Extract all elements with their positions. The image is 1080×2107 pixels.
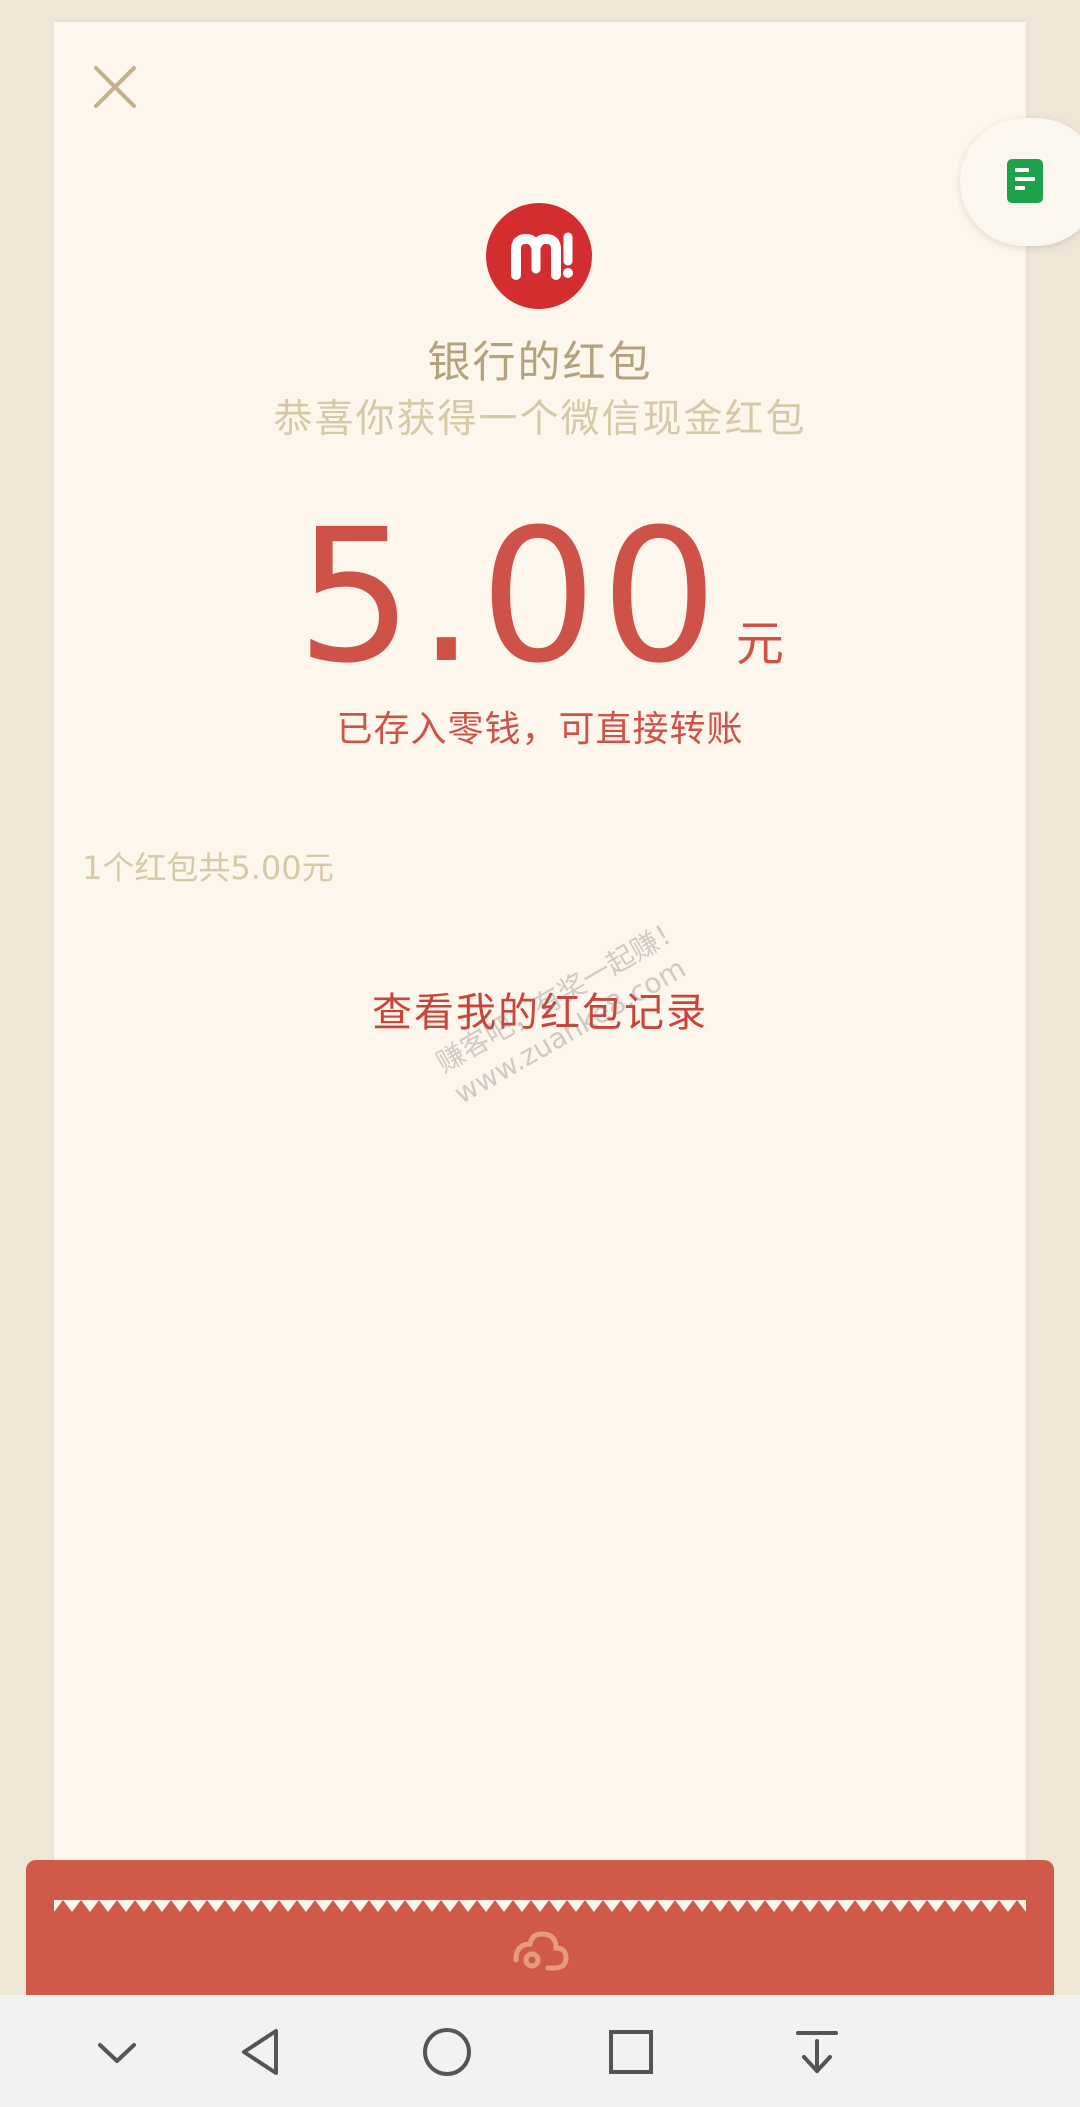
zigzag-edge [54,1900,1026,1912]
home-icon[interactable] [412,2017,482,2087]
bank-logo-icon [486,203,592,309]
cloud-icon [513,1931,569,1971]
chevron-down-icon[interactable] [82,2017,152,2087]
sender-name: 银行的红包 [427,338,653,388]
greeting-text: 恭喜你获得一个微信现金红包 [273,397,807,442]
close-icon[interactable] [90,62,140,112]
amount-unit: 元 [735,616,784,672]
document-icon [1007,159,1043,203]
deposit-status: 已存入零钱，可直接转账 [336,709,744,750]
pull-down-icon[interactable] [782,2017,852,2087]
system-navigation-bar [0,1995,1080,2107]
packet-summary: 1个红包共5.00元 [82,849,334,887]
back-icon[interactable] [226,2017,296,2087]
amount-display: 5.00 元 [0,505,1080,689]
floating-side-tab[interactable] [960,118,1080,246]
recents-icon[interactable] [596,2017,666,2087]
amount-value: 5.00 [296,490,722,704]
